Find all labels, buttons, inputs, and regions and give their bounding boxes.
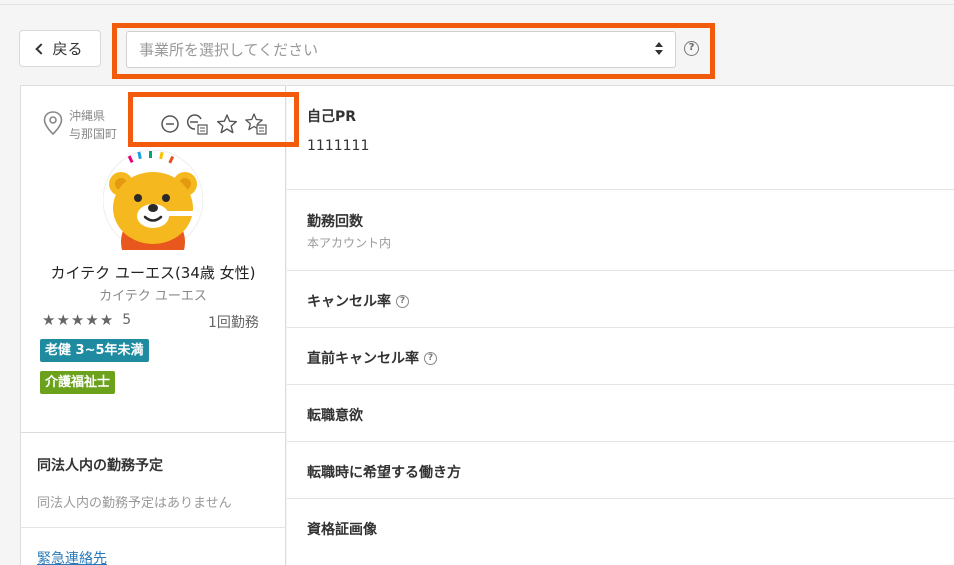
action-icons [160, 112, 268, 136]
rating-stars: ★ ★ ★ ★ ★ 5 [42, 312, 131, 328]
back-label: 戻る [52, 40, 83, 58]
divider [20, 527, 286, 528]
star-outline-icon[interactable] [216, 113, 238, 135]
cancel-rate-label-text: キャンセル率 [307, 294, 391, 310]
back-button[interactable]: 戻る [19, 30, 101, 67]
license-badge: 介護福祉士 [40, 371, 116, 394]
work-count-label: 勤務回数 [307, 211, 363, 231]
divider [287, 327, 954, 328]
last-minute-cancel-label-text: 直前キャンセル率 [307, 351, 419, 367]
preferred-style-label: 転職時に希望する働き方 [307, 462, 461, 482]
avatar [103, 150, 203, 250]
license-image-label: 資格証画像 [307, 519, 377, 539]
details-panel [287, 85, 954, 565]
help-icon[interactable]: ? [684, 41, 699, 56]
star-icon: ★ [56, 310, 70, 329]
divider [287, 498, 954, 499]
star-icon: ★ [85, 310, 99, 329]
job-change-intent-label-text: 転職意欲 [307, 408, 363, 424]
user-name-kana: カイテク ユーエス [99, 289, 207, 304]
star-icon: ★ [70, 310, 85, 329]
emergency-contact-link[interactable]: 緊急連絡先 [37, 548, 107, 565]
job-change-intent-label: 転職意欲 [307, 405, 363, 425]
self-pr-value: 1111111 [307, 138, 370, 154]
star-building-icon[interactable] [244, 112, 268, 136]
divider [287, 441, 954, 442]
help-icon[interactable]: ? [396, 294, 409, 308]
star-icon: ★ [42, 310, 56, 329]
work-count-label-text: 勤務回数 [307, 214, 363, 230]
cancel-rate-label: キャンセル率 ? [307, 291, 409, 311]
help-icon[interactable]: ? [424, 351, 437, 365]
star-icon: ★ [99, 310, 114, 329]
minus-circle-icon[interactable] [160, 114, 180, 134]
rating-value: 5 [122, 312, 132, 328]
divider [287, 189, 954, 190]
schedule-empty: 同法人内の勤務予定はありません [37, 496, 232, 511]
map-pin-icon [43, 111, 63, 136]
location-city: 与那国町 [69, 127, 118, 141]
experience-badge: 老健 3~5年未満 [40, 339, 149, 362]
minus-circle-building-icon[interactable] [186, 112, 210, 136]
location-prefecture: 沖縄県 [69, 109, 106, 123]
work-count: 1回勤務 [208, 315, 259, 331]
divider [287, 384, 954, 385]
user-name: カイテク ユーエス(34歳 女性) [50, 264, 256, 282]
office-select[interactable]: 事業所を選択してください [126, 31, 676, 68]
self-pr-label-text: 自己PR [307, 109, 357, 125]
select-arrows-icon [655, 42, 663, 55]
location: 沖縄県 与那国町 [69, 107, 117, 143]
top-divider [0, 4, 954, 5]
license-image-label-text: 資格証画像 [307, 522, 377, 538]
schedule-title: 同法人内の勤務予定 [37, 458, 163, 474]
office-select-placeholder: 事業所を選択してください [139, 41, 319, 59]
preferred-style-label-text: 転職時に希望する働き方 [307, 465, 461, 481]
work-count-sub: 本アカウント内 [307, 236, 392, 250]
last-minute-cancel-label: 直前キャンセル率 ? [307, 348, 437, 368]
self-pr-label: 自己PR [307, 106, 356, 126]
divider [287, 270, 954, 271]
chevron-left-icon [35, 43, 48, 55]
